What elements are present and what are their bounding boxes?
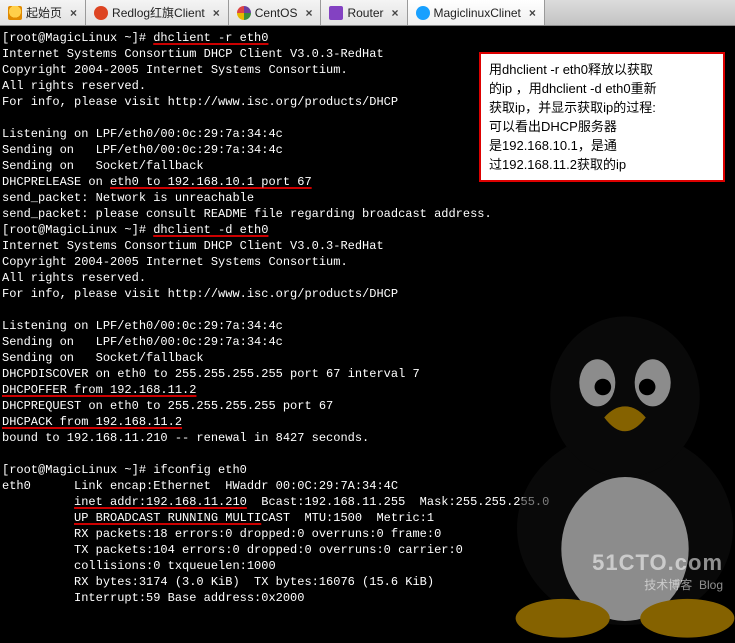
magic-icon xyxy=(416,6,430,20)
redflag-icon xyxy=(94,6,108,20)
tab-redlog[interactable]: Redlog红旗Client × xyxy=(86,0,229,25)
tab-label: MagiclinuxClinet xyxy=(434,6,521,20)
watermark-domain: 51CTO.com xyxy=(592,550,723,576)
tab-start-page[interactable]: 起始页 × xyxy=(0,0,86,25)
tab-bar: 起始页 × Redlog红旗Client × CentOS × Router × Mag… xyxy=(0,0,735,26)
tab-label: Router xyxy=(347,6,383,20)
close-icon[interactable]: × xyxy=(529,6,536,20)
tab-centos[interactable]: CentOS × xyxy=(229,0,322,25)
watermark: 51CTO.com 技术博客 Blog xyxy=(592,550,723,593)
tab-label: Redlog红旗Client xyxy=(112,4,205,21)
watermark-tag: Blog xyxy=(699,578,723,592)
note-line: 可以看出DHCP服务器 xyxy=(489,117,715,136)
tab-router[interactable]: Router × xyxy=(321,0,407,25)
close-icon[interactable]: × xyxy=(213,6,220,20)
close-icon[interactable]: × xyxy=(305,6,312,20)
note-line: 获取ip，并显示获取ip的过程: xyxy=(489,98,715,117)
close-icon[interactable]: × xyxy=(70,6,77,20)
tab-label: CentOS xyxy=(255,6,298,20)
home-icon xyxy=(8,6,22,20)
centos-icon xyxy=(237,6,251,20)
tab-magiclinux[interactable]: MagiclinuxClinet × xyxy=(408,0,545,25)
note-line: 是192.168.10.1，是通 xyxy=(489,136,715,155)
tab-label: 起始页 xyxy=(26,4,62,21)
close-icon[interactable]: × xyxy=(392,6,399,20)
note-line: 的ip ，用dhclient -d eth0重新 xyxy=(489,79,715,98)
note-line: 用dhclient -r eth0释放以获取 xyxy=(489,60,715,79)
watermark-text: 技术博客 xyxy=(644,578,692,592)
annotation-box: 用dhclient -r eth0释放以获取 的ip ，用dhclient -d… xyxy=(479,52,725,182)
note-line: 过192.168.11.2获取的ip xyxy=(489,155,715,174)
router-icon xyxy=(329,6,343,20)
